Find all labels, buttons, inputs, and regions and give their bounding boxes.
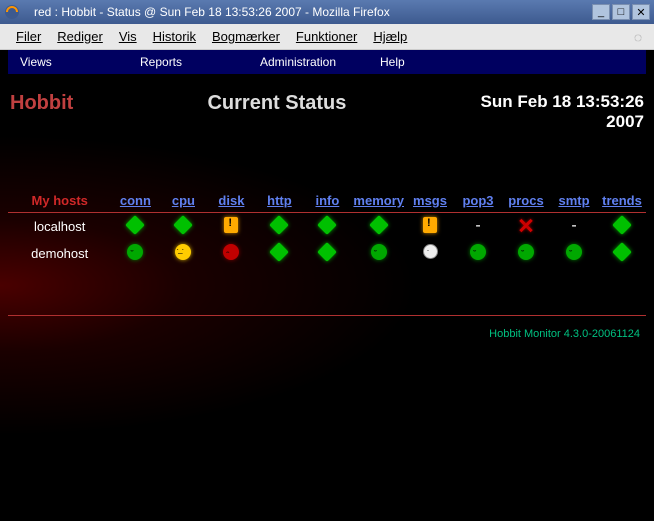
brand-title: Hobbit <box>10 92 73 115</box>
status-cell <box>111 213 159 240</box>
col-trends[interactable]: trends <box>602 193 642 208</box>
status-cell: - <box>454 213 502 240</box>
table-row: demohost <box>8 240 646 267</box>
section-label: My hosts <box>8 189 111 212</box>
status-dash-icon: - <box>571 217 576 234</box>
status-red-x-icon[interactable] <box>518 217 534 233</box>
col-memory[interactable]: memory <box>353 193 404 208</box>
footer-divider <box>8 315 646 316</box>
status-cell <box>406 240 454 267</box>
minimize-button[interactable]: _ <box>592 4 610 20</box>
menu-vis[interactable]: Vis <box>111 27 145 46</box>
status-green-face-icon[interactable] <box>470 244 486 260</box>
col-smtp[interactable]: smtp <box>558 193 589 208</box>
browser-menubar: Filer Rediger Vis Historik Bogmærker Fun… <box>0 24 654 50</box>
status-cell <box>550 240 598 267</box>
status-green-icon[interactable] <box>270 215 290 235</box>
status-green-icon[interactable] <box>126 215 146 235</box>
status-cell: - <box>550 213 598 240</box>
host-name: demohost <box>8 240 111 267</box>
hosts-table: My hosts conn cpu disk http info memory … <box>8 189 646 267</box>
status-yellow-face-icon[interactable] <box>175 244 191 260</box>
status-cell <box>351 213 406 240</box>
menu-filer[interactable]: Filer <box>8 27 49 46</box>
footer-version: Hobbit Monitor 4.3.0-20061124 <box>8 324 646 344</box>
status-green-icon[interactable] <box>612 215 632 235</box>
menu-rediger[interactable]: Rediger <box>49 27 111 46</box>
col-cpu[interactable]: cpu <box>172 193 195 208</box>
titlebar: red : Hobbit - Status @ Sun Feb 18 13:53… <box>0 0 654 24</box>
page-content: Views Reports Administration Help Hobbit… <box>0 50 654 521</box>
status-green-face-icon[interactable] <box>518 244 534 260</box>
menu-funktioner[interactable]: Funktioner <box>288 27 365 46</box>
table-row: localhost - - <box>8 213 646 240</box>
header-row: Hobbit Current Status Sun Feb 18 13:53:2… <box>8 74 646 141</box>
status-yellow-icon[interactable] <box>423 217 437 233</box>
col-info[interactable]: info <box>316 193 340 208</box>
col-msgs[interactable]: msgs <box>413 193 447 208</box>
status-yellow-icon[interactable] <box>224 217 238 233</box>
menu-historik[interactable]: Historik <box>145 27 204 46</box>
maximize-button[interactable]: □ <box>612 4 630 20</box>
window-controls: _ □ ✕ <box>592 4 650 20</box>
col-http[interactable]: http <box>267 193 292 208</box>
status-green-icon[interactable] <box>612 242 632 262</box>
status-green-icon[interactable] <box>369 215 389 235</box>
col-disk[interactable]: disk <box>218 193 244 208</box>
nav-views[interactable]: Views <box>8 51 128 73</box>
throbber-icon: ◌ <box>630 29 646 45</box>
status-green-icon[interactable] <box>174 215 194 235</box>
status-green-face-icon[interactable] <box>127 244 143 260</box>
window-title: red : Hobbit - Status @ Sun Feb 18 13:53… <box>26 5 592 19</box>
status-cell <box>598 213 646 240</box>
status-cell <box>502 240 550 267</box>
close-button[interactable]: ✕ <box>632 4 650 20</box>
timestamp: Sun Feb 18 13:53:26 2007 <box>481 92 644 133</box>
status-cell <box>303 240 351 267</box>
nav-reports[interactable]: Reports <box>128 51 248 73</box>
status-cell <box>207 240 255 267</box>
status-cell <box>454 240 502 267</box>
status-dash-icon: - <box>475 217 480 234</box>
status-cell <box>406 213 454 240</box>
status-white-face-icon[interactable] <box>423 244 438 259</box>
status-green-face-icon[interactable] <box>566 244 582 260</box>
status-cell <box>303 213 351 240</box>
nav-administration[interactable]: Administration <box>248 51 368 73</box>
page-title: Current Status <box>73 92 480 115</box>
timestamp-line1: Sun Feb 18 13:53:26 <box>481 92 644 112</box>
status-cell <box>502 213 550 240</box>
status-cell <box>255 240 303 267</box>
status-cell <box>159 213 207 240</box>
status-green-icon[interactable] <box>270 242 290 262</box>
col-procs[interactable]: procs <box>508 193 543 208</box>
status-cell <box>207 213 255 240</box>
col-pop3[interactable]: pop3 <box>462 193 493 208</box>
host-name: localhost <box>8 213 111 240</box>
status-green-icon[interactable] <box>318 215 338 235</box>
col-conn[interactable]: conn <box>120 193 151 208</box>
hobbit-navbar: Views Reports Administration Help <box>8 50 646 74</box>
status-cell <box>351 240 406 267</box>
status-green-face-icon[interactable] <box>371 244 387 260</box>
status-green-icon[interactable] <box>318 242 338 262</box>
firefox-icon <box>4 4 20 20</box>
status-cell <box>159 240 207 267</box>
status-cell <box>598 240 646 267</box>
status-cell <box>255 213 303 240</box>
timestamp-line2: 2007 <box>481 112 644 132</box>
status-red-face-icon[interactable] <box>223 244 239 260</box>
table-header-row: My hosts conn cpu disk http info memory … <box>8 189 646 212</box>
nav-help[interactable]: Help <box>368 51 488 73</box>
menu-bogmaerker[interactable]: Bogmærker <box>204 27 288 46</box>
firefox-window: red : Hobbit - Status @ Sun Feb 18 13:53… <box>0 0 654 521</box>
menu-hjaelp[interactable]: Hjælp <box>365 27 415 46</box>
status-cell <box>111 240 159 267</box>
